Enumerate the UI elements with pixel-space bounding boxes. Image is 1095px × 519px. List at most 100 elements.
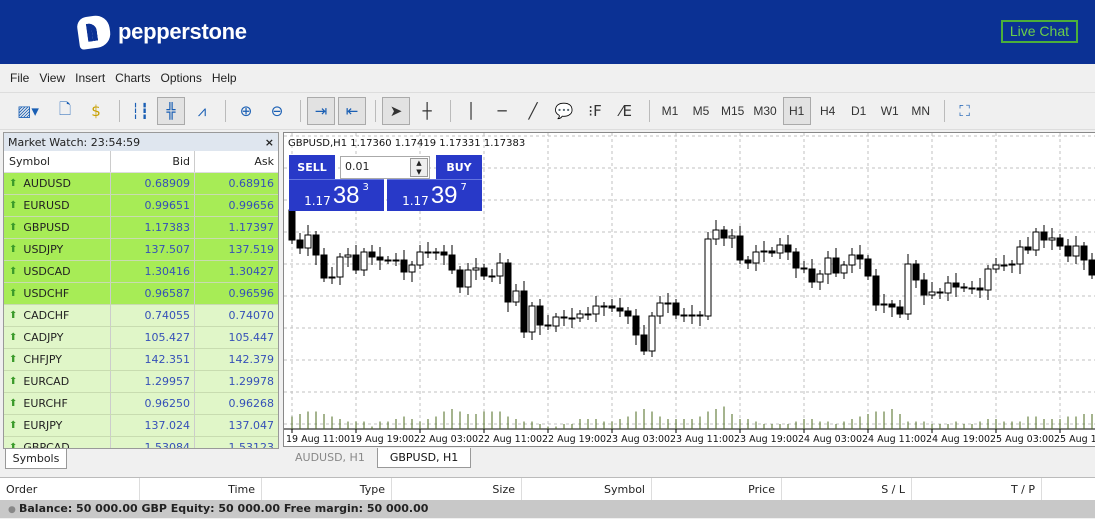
lot-stepper[interactable]: ▲ ▼ (410, 158, 428, 177)
timeframe-d1[interactable]: D1 (845, 97, 873, 125)
candle-body (824, 257, 832, 275)
close-icon[interactable]: × (265, 136, 274, 149)
bar-chart-icon[interactable]: ┆┇ (126, 97, 154, 125)
x-tick-label: 23 Aug 19:00 (734, 434, 798, 445)
logo-icon (75, 13, 113, 51)
horizontal-line-icon[interactable]: ─ (488, 97, 516, 125)
market-watch-row[interactable]: ⬆ USDJPY 137.507 137.519 (4, 239, 278, 261)
line-chart-icon[interactable]: ⩘ (188, 97, 216, 125)
symbol-name: CADCHF (23, 309, 70, 322)
menu-options[interactable]: Options (161, 71, 202, 85)
candle-body (368, 251, 376, 258)
timeframe-m30[interactable]: M30 (750, 97, 779, 125)
chart-window[interactable]: 19 Aug 11:00 19 Aug 19:00 22 Aug 03:00 22 A… (283, 132, 1095, 447)
timeframe-mn[interactable]: MN (907, 97, 935, 125)
candle-body (960, 286, 968, 289)
column-bid[interactable]: Bid (111, 151, 195, 172)
candlestick-icon[interactable]: ╬ (157, 97, 185, 125)
market-watch-row[interactable]: ⬆ CHFJPY 142.351 142.379 (4, 349, 278, 371)
column-symbol[interactable]: Symbol (4, 151, 111, 172)
column-sl[interactable]: S / L (782, 478, 912, 500)
arrow-up-icon: ⬆ (9, 288, 18, 299)
pepperstone-logo[interactable]: pepperstone (75, 13, 247, 51)
menu-insert[interactable]: Insert (75, 71, 105, 85)
vertical-line-icon[interactable]: │ (457, 97, 485, 125)
column-symbol[interactable]: Symbol (522, 478, 652, 500)
fibonacci-icon[interactable]: ⁝F (581, 97, 609, 125)
zoom-in-icon[interactable]: ⊕ (232, 97, 260, 125)
symbol-cell: ⬆ EURCHF (4, 393, 111, 414)
timeframe-m15[interactable]: M15 (718, 97, 747, 125)
column-tp[interactable]: T / P (912, 478, 1042, 500)
market-watch-row[interactable]: ⬆ EURCAD 1.29957 1.29978 (4, 371, 278, 393)
tab-symbols[interactable]: Symbols (5, 449, 67, 469)
fullscreen-icon[interactable]: ⛶ (951, 97, 979, 125)
candle-body (776, 244, 784, 254)
column-ask[interactable]: Ask (195, 151, 278, 172)
column-time[interactable]: Time (140, 478, 262, 500)
trade-icon[interactable]: $ (82, 97, 110, 125)
lot-size-input[interactable]: 0.01 ▲ ▼ (340, 156, 430, 179)
market-watch-row[interactable]: ⬆ EURUSD 0.99651 0.99656 (4, 195, 278, 217)
trend-line-icon[interactable]: ╱ (519, 97, 547, 125)
cursor-icon[interactable]: ➤ (382, 97, 410, 125)
auto-scroll-icon[interactable]: ⇥ (307, 97, 335, 125)
market-watch-row[interactable]: ⬆ CADCHF 0.74055 0.74070 (4, 305, 278, 327)
candle-body (288, 209, 296, 241)
menu-help[interactable]: Help (212, 71, 237, 85)
buy-button[interactable]: BUY (436, 155, 482, 179)
menu-charts[interactable]: Charts (115, 71, 150, 85)
market-watch-row[interactable]: ⬆ AUDUSD 0.68909 0.68916 (4, 173, 278, 195)
sell-button[interactable]: SELL (289, 155, 335, 179)
candle-body (856, 254, 864, 260)
zoom-out-icon[interactable]: ⊖ (263, 97, 291, 125)
market-watch-row[interactable]: ⬆ GBPUSD 1.17383 1.17397 (4, 217, 278, 239)
menu-view[interactable]: View (39, 71, 65, 85)
timeframe-m1[interactable]: M1 (656, 97, 684, 125)
bid-cell: 137.507 (111, 239, 195, 260)
timeframe-w1[interactable]: W1 (876, 97, 904, 125)
candle-body (712, 229, 720, 240)
candle-body (424, 251, 432, 254)
new-order-icon[interactable]: 🗋 (51, 97, 79, 125)
candle-body (808, 268, 816, 283)
market-watch-row[interactable]: ⬆ EURCHF 0.96250 0.96268 (4, 393, 278, 415)
candle-body (848, 254, 856, 266)
column-size[interactable]: Size (392, 478, 522, 500)
candle-body (1088, 259, 1095, 276)
timeframe-m5[interactable]: M5 (687, 97, 715, 125)
tab-gbpusd-h1[interactable]: GBPUSD, H1 (376, 448, 472, 468)
candle-body (792, 251, 800, 269)
market-watch-row[interactable]: ⬆ CADJPY 105.427 105.447 (4, 327, 278, 349)
symbol-name: USDJPY (23, 243, 64, 256)
candle-body (1080, 245, 1088, 261)
market-watch-row[interactable]: ⬆ EURJPY 137.024 137.047 (4, 415, 278, 437)
column-price[interactable]: Price (652, 478, 782, 500)
ask-cell: 0.74070 (228, 309, 275, 322)
new-chart-icon[interactable]: ▨▾ (8, 97, 48, 125)
menu-file[interactable]: File (10, 71, 29, 85)
market-watch-row[interactable]: ⬆ USDCHF 0.96587 0.96596 (4, 283, 278, 305)
candle-body (896, 306, 904, 315)
tab-audusd-h1[interactable]: AUDUSD, H1 (283, 448, 377, 468)
candle-body (928, 291, 936, 296)
sell-price-button[interactable]: 1.17 38 3 (289, 179, 384, 211)
symbol-cell: ⬆ CADCHF (4, 305, 111, 326)
text-label-icon[interactable]: 💬 (550, 97, 578, 125)
market-watch-row[interactable]: ⬆ GBPCAD 1.53084 1.53123 (4, 437, 278, 448)
buy-price-button[interactable]: 1.17 39 7 (387, 179, 482, 211)
column-order[interactable]: Order (0, 478, 140, 500)
timeframe-h1[interactable]: H1 (782, 97, 811, 125)
bid-pips: 38 (332, 182, 360, 209)
timeframe-h4[interactable]: H4 (814, 97, 842, 125)
crosshair-icon[interactable]: ┼ (413, 97, 441, 125)
elliott-icon[interactable]: ⁄E (612, 97, 640, 125)
candle-body (320, 254, 328, 279)
live-chat-button[interactable]: Live Chat (1000, 20, 1078, 43)
column-type[interactable]: Type (262, 478, 392, 500)
candle-body (568, 317, 576, 320)
market-watch-row[interactable]: ⬆ USDCAD 1.30416 1.30427 (4, 261, 278, 283)
arrow-up-icon: ⬆ (9, 200, 18, 211)
chart-shift-icon[interactable]: ⇤ (338, 97, 366, 125)
candle-body (584, 313, 592, 316)
